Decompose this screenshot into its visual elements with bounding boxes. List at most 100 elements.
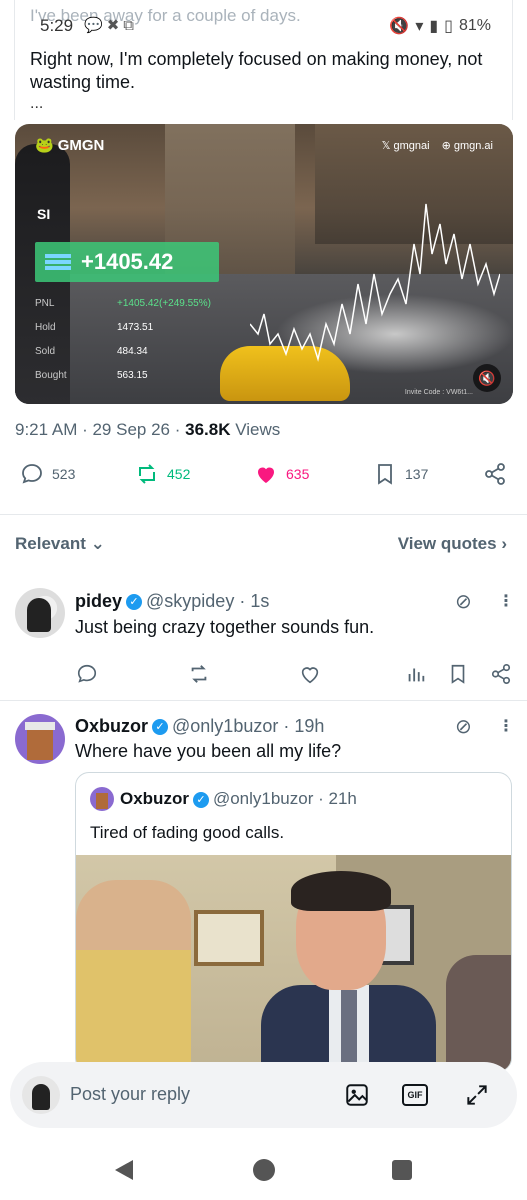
back-icon[interactable] bbox=[115, 1160, 133, 1180]
view-quotes-label: View quotes bbox=[397, 534, 497, 553]
share-icon bbox=[485, 463, 505, 485]
battery-icon: ▯ bbox=[444, 18, 453, 35]
avatar[interactable] bbox=[15, 588, 65, 638]
recents-icon[interactable] bbox=[392, 1160, 412, 1180]
stat-label: Sold bbox=[35, 346, 56, 357]
tweet-timestamp: 9:21 AM · 29 Sep 26 · bbox=[15, 420, 186, 439]
bookmark-button[interactable]: 137 bbox=[373, 462, 428, 486]
chat-icon: 💬 bbox=[84, 17, 107, 34]
copy-icon: ⧉ bbox=[123, 17, 138, 34]
stat-value: +1405.42(+249.55%) bbox=[117, 298, 211, 309]
avatar-face bbox=[27, 726, 53, 760]
wifi-icon: ▾ bbox=[415, 18, 424, 35]
chevron-right-icon: › bbox=[501, 534, 507, 553]
analytics-icon[interactable] bbox=[405, 663, 427, 685]
pnl-box: +1405.42 bbox=[35, 242, 219, 282]
repost-icon[interactable] bbox=[188, 663, 210, 685]
reply-input[interactable]: Post your reply bbox=[70, 1084, 190, 1105]
more-options-icon[interactable]: ⋮ bbox=[498, 591, 514, 611]
tweet-meta: 9:21 AM · 29 Sep 26 · 36.8K Views bbox=[15, 420, 280, 440]
sort-label: Relevant bbox=[15, 534, 86, 553]
web-link: ⊕ gmgn.ai bbox=[441, 140, 493, 152]
bg-person bbox=[76, 880, 191, 1071]
pnl-stats: PNL +1405.42(+249.55%) Hold 1473.51 Sold 48… bbox=[35, 298, 275, 394]
image-icon[interactable] bbox=[344, 1082, 370, 1108]
quoted-tweet[interactable]: Oxbuzor ✓ @only1buzor · 21h Tired of fadin… bbox=[75, 772, 512, 1072]
my-avatar bbox=[22, 1076, 60, 1114]
reply-composer[interactable]: Post your reply GIF bbox=[10, 1062, 517, 1128]
stat-label: Hold bbox=[35, 322, 56, 333]
divider bbox=[0, 700, 527, 701]
notification-icons: 💬✖⧉ bbox=[84, 16, 138, 34]
reply-count: 523 bbox=[52, 466, 76, 482]
tweet-media[interactable]: 🐸 GMGN 𝕏 gmgnai ⊕ gmgn.ai SI +1405.42 PNL… bbox=[15, 124, 513, 404]
bookmark-count: 137 bbox=[405, 466, 429, 482]
share-button[interactable] bbox=[483, 462, 507, 486]
reply-actions bbox=[0, 663, 527, 693]
web-link-text: gmgn.ai bbox=[453, 140, 493, 152]
tweet-text: Right now, I'm completely focused on mak… bbox=[30, 49, 483, 92]
avatar-face bbox=[96, 793, 108, 809]
stat-value: 563.15 bbox=[117, 370, 148, 381]
views-label: Views bbox=[230, 420, 281, 439]
battery-percent: 81% bbox=[458, 17, 491, 34]
grok-icon[interactable]: ⊘ bbox=[455, 589, 472, 614]
system-icons: 🔇 ▾ ▮ ▯ 81% bbox=[389, 16, 491, 36]
reply-button[interactable]: 523 bbox=[20, 462, 75, 486]
stat-label: Bought bbox=[35, 370, 67, 381]
reply-text: Where have you been all my life? bbox=[75, 741, 342, 761]
chevron-down-icon: ⌄ bbox=[90, 534, 105, 553]
reply-header: pidey ✓ @skypidey · 1s bbox=[75, 591, 269, 612]
user-name[interactable]: pidey bbox=[75, 591, 122, 611]
price-chart-line bbox=[250, 203, 500, 362]
bg-person bbox=[261, 871, 436, 1071]
pnl-value: +1405.42 bbox=[81, 249, 174, 274]
x-handle-text: gmgnai bbox=[393, 140, 430, 152]
stat-row: Hold 1473.51 bbox=[35, 322, 275, 346]
solana-icon bbox=[45, 254, 71, 270]
user-name[interactable]: Oxbuzor bbox=[75, 716, 148, 736]
mute-video-button[interactable]: 🔇 bbox=[473, 364, 501, 392]
heart-filled-icon bbox=[258, 467, 274, 483]
reply-icon[interactable] bbox=[76, 663, 98, 685]
bookmark-icon bbox=[378, 464, 392, 485]
grok-icon[interactable]: ⊘ bbox=[455, 714, 472, 739]
avatar-figure bbox=[32, 1084, 50, 1110]
stat-value: 1473.51 bbox=[117, 322, 154, 333]
mute-icon: 🔇 bbox=[389, 18, 410, 35]
heart-icon[interactable] bbox=[299, 663, 321, 685]
verified-badge-icon: ✓ bbox=[126, 594, 143, 611]
repost-count: 452 bbox=[167, 466, 191, 482]
bookmark-icon[interactable] bbox=[447, 663, 469, 685]
quote-header: Oxbuzor ✓ @only1buzor · 21h bbox=[120, 789, 357, 809]
home-icon[interactable] bbox=[253, 1159, 275, 1181]
more-options-icon[interactable]: ⋮ bbox=[498, 716, 514, 736]
system-nav-bar bbox=[0, 1140, 527, 1200]
verified-badge-icon: ✓ bbox=[152, 719, 169, 736]
quote-media[interactable] bbox=[76, 855, 511, 1071]
view-quotes-link[interactable]: View quotes › bbox=[398, 534, 507, 554]
reply-header: Oxbuzor ✓ @only1buzor · 19h bbox=[75, 716, 324, 737]
views-count: 36.8K bbox=[185, 420, 231, 439]
like-button[interactable]: 635 bbox=[254, 462, 309, 486]
frog-icon: 🐸 bbox=[35, 137, 54, 154]
invite-code: Invite Code : VW6t1... bbox=[404, 389, 473, 396]
card-border-right bbox=[512, 0, 513, 120]
stat-label: PNL bbox=[35, 298, 55, 309]
tweet-actions: 523 452 635 137 bbox=[0, 462, 527, 496]
x-handle: 𝕏 gmgnai bbox=[381, 140, 430, 152]
status-time: 5:29 bbox=[40, 16, 74, 35]
gmgn-logo: 🐸 GMGN bbox=[35, 136, 104, 154]
expand-icon[interactable] bbox=[464, 1082, 490, 1108]
avatar-figure bbox=[27, 598, 51, 632]
repost-button[interactable]: 452 bbox=[135, 462, 190, 486]
signal-icon: ▮ bbox=[429, 18, 439, 35]
sort-dropdown[interactable]: Relevant ⌄ bbox=[15, 534, 105, 554]
brand-links: 𝕏 gmgnai ⊕ gmgn.ai bbox=[382, 139, 493, 152]
tweet-ellipsis[interactable]: ... bbox=[30, 95, 43, 113]
gif-button[interactable]: GIF bbox=[402, 1084, 428, 1106]
status-bar: I've been away for a couple of days. 5:2… bbox=[0, 0, 527, 40]
share-icon[interactable] bbox=[490, 663, 512, 685]
stat-value: 484.34 bbox=[117, 346, 148, 357]
avatar[interactable] bbox=[15, 714, 65, 764]
